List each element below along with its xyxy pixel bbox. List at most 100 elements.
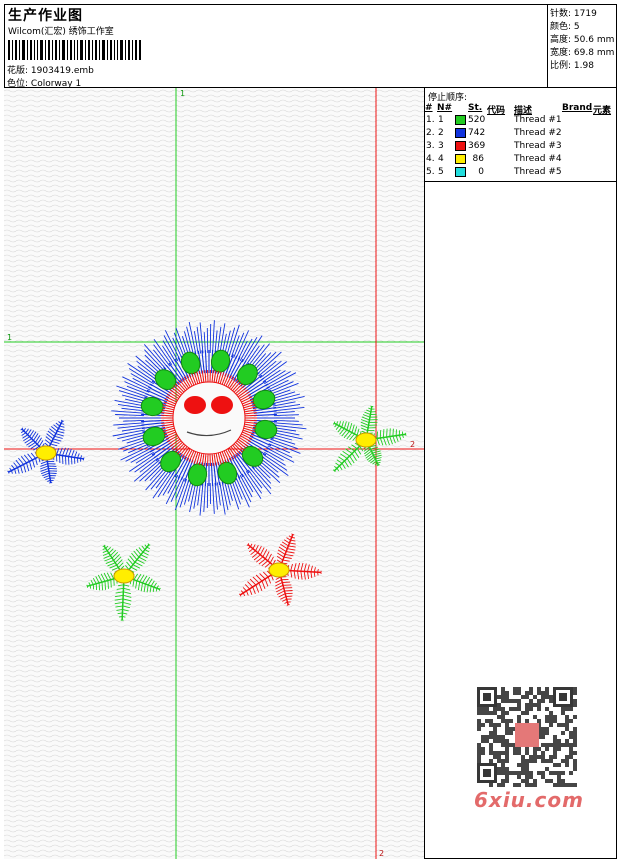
qr-module xyxy=(497,751,501,755)
row-needle: 3 xyxy=(438,141,444,151)
qr-module xyxy=(537,771,541,775)
qr-module xyxy=(565,727,569,731)
row-needle: 4 xyxy=(438,154,444,164)
qr-module xyxy=(569,755,573,759)
qr-module xyxy=(549,759,553,763)
qr-module xyxy=(501,687,505,691)
flower-center xyxy=(113,568,135,584)
row-description: Thread #2 xyxy=(514,128,562,138)
table-row: 3. 3 369 Thread #3 xyxy=(426,141,616,154)
design-canvas: 1 1 2 2 xyxy=(4,88,425,859)
qr-module xyxy=(549,719,553,723)
qr-module xyxy=(493,755,497,759)
qr-module xyxy=(497,739,501,743)
qr-module xyxy=(573,743,577,747)
qr-module xyxy=(501,699,505,703)
qr-module xyxy=(573,699,577,703)
qr-module xyxy=(509,707,513,711)
qr-module xyxy=(545,747,549,751)
flower-center xyxy=(355,432,377,448)
qr-module xyxy=(549,723,553,727)
qr-module xyxy=(545,719,549,723)
qr-module xyxy=(537,699,541,703)
qr-module xyxy=(557,739,561,743)
qr-module xyxy=(545,691,549,695)
qr-module xyxy=(569,783,573,787)
qr-module xyxy=(529,707,533,711)
qr-module xyxy=(557,775,561,779)
color-swatch xyxy=(455,167,466,177)
qr-module xyxy=(541,727,545,731)
qr-module xyxy=(477,747,481,751)
qr-module xyxy=(561,771,565,775)
qr-module xyxy=(557,723,561,727)
qr-module xyxy=(513,771,517,775)
qr-module xyxy=(477,723,481,727)
qr-module xyxy=(497,723,501,727)
qr-module xyxy=(565,755,569,759)
qr-module xyxy=(557,783,561,787)
qr-module xyxy=(501,691,505,695)
qr-module xyxy=(549,755,553,759)
qr-module xyxy=(505,775,509,779)
qr-module xyxy=(505,739,509,743)
specs-block: 针数: 1719 颜色: 5 高度: 50.6 mm 宽度: 69.8 mm 比… xyxy=(548,4,617,88)
spec-height: 高度: 50.6 mm xyxy=(550,35,615,45)
qr-module xyxy=(501,739,505,743)
qr-module xyxy=(513,691,517,695)
qr-module xyxy=(493,731,497,735)
table-row: 4. 4 86 Thread #4 xyxy=(426,154,616,167)
qr-module xyxy=(477,711,481,715)
qr-module xyxy=(497,707,501,711)
qr-module xyxy=(521,767,525,771)
qr-module xyxy=(573,691,577,695)
qr-module xyxy=(549,743,553,747)
qr-module xyxy=(517,703,521,707)
qr-module xyxy=(525,783,529,787)
qr-module xyxy=(561,707,565,711)
qr-module xyxy=(489,719,493,723)
qr-module xyxy=(561,711,565,715)
qr-module xyxy=(525,711,529,715)
qr-module xyxy=(565,763,569,767)
qr-module xyxy=(505,751,509,755)
qr-module xyxy=(501,743,505,747)
qr-module xyxy=(569,743,573,747)
qr-module xyxy=(533,747,537,751)
qr-module xyxy=(569,747,573,751)
qr-module xyxy=(497,735,501,739)
qr-module xyxy=(569,731,573,735)
qr-logo xyxy=(515,723,539,747)
qr-module xyxy=(521,711,525,715)
qr-module xyxy=(553,719,557,723)
qr-module xyxy=(565,743,569,747)
qr-module xyxy=(573,783,577,787)
qr-module xyxy=(481,707,485,711)
qr-module xyxy=(501,715,505,719)
qr-module xyxy=(561,779,565,783)
qr-module xyxy=(573,735,577,739)
qr-module xyxy=(501,783,505,787)
qr-module xyxy=(533,715,537,719)
qr-module xyxy=(505,691,509,695)
qr-module xyxy=(505,731,509,735)
qr-module xyxy=(529,771,533,775)
qr-module xyxy=(489,743,493,747)
qr-module xyxy=(525,695,529,699)
qr-module xyxy=(529,759,533,763)
guide-top-label: 1 xyxy=(180,89,185,98)
qr-module xyxy=(545,695,549,699)
qr-module xyxy=(533,779,537,783)
qr-module xyxy=(501,763,505,767)
qr-module xyxy=(505,723,509,727)
file-label: 花版: xyxy=(7,66,29,76)
qr-module xyxy=(525,691,529,695)
sun-right-eye xyxy=(211,396,233,414)
qr-module xyxy=(557,743,561,747)
qr-module xyxy=(541,755,545,759)
col-brand: Brand xyxy=(562,103,593,113)
flower-center xyxy=(35,445,57,461)
panel-divider xyxy=(425,181,617,182)
qr-module xyxy=(501,751,505,755)
qr-module xyxy=(517,771,521,775)
